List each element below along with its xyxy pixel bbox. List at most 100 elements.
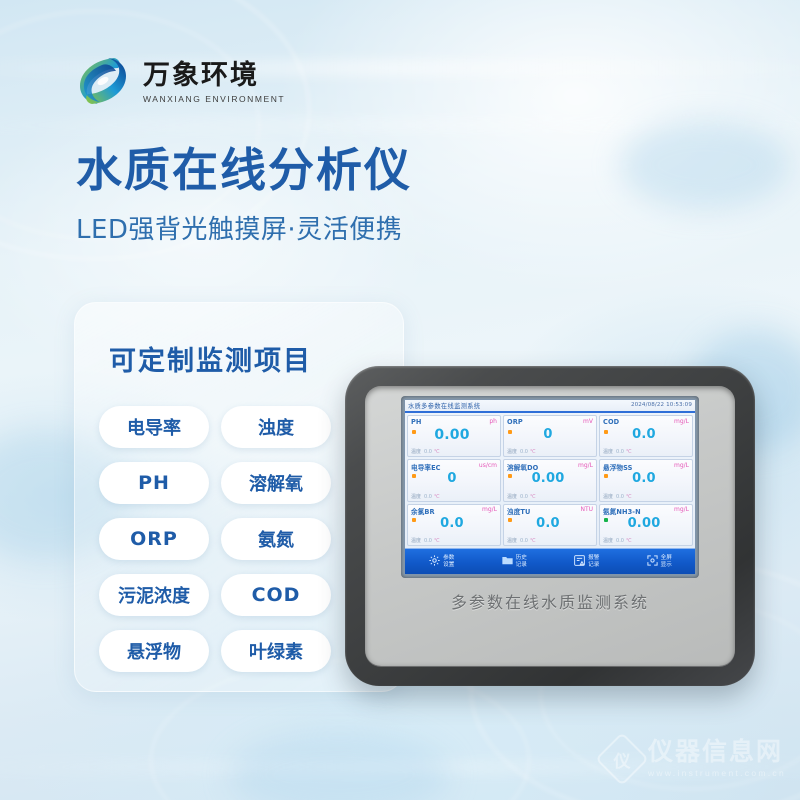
parameter-name: ORP — [507, 417, 523, 426]
parameter-cell[interactable]: PH ph 0.00 温度 0.0 ℃ — [407, 415, 501, 458]
parameter-tag[interactable]: 浊度 — [221, 406, 331, 448]
toolbar-button-gear[interactable]: 参数 设置 — [428, 552, 454, 571]
temp-label: 温度 — [507, 449, 518, 456]
temp-unit: ℃ — [433, 537, 440, 544]
temp-value: 0.0 — [616, 449, 624, 456]
screen-bezel: 水质多参数在线监测系统 2024/08/22 10:53:09 PH ph 0.00… — [401, 396, 699, 578]
temp-unit: ℃ — [433, 493, 440, 500]
parameter-cell[interactable]: 电导率EC us/cm 0 温度 0.0 ℃ — [407, 459, 501, 502]
parameter-tag[interactable]: COD — [221, 574, 331, 616]
folder-icon — [501, 552, 514, 571]
parameter-tag[interactable]: 电导率 — [99, 406, 209, 448]
toolbar-button-fullscreen[interactable]: 全屏 显示 — [646, 552, 672, 571]
temp-value: 0.0 — [520, 537, 528, 544]
temp-unit: ℃ — [529, 537, 536, 544]
watermark-glyph: 仪 — [613, 751, 631, 771]
toolbar-label-line2: 显示 — [660, 561, 672, 568]
screen-clock: 2024/08/22 10:53:09 — [630, 401, 692, 408]
device-label: 多参数在线水质监测系统 — [450, 593, 649, 612]
parameter-tag[interactable]: PH — [99, 462, 209, 504]
toolbar-label-line1: 全屏 — [660, 555, 672, 562]
parameter-cell[interactable]: 悬浮物SS mg/L 0.0 温度 0.0 ℃ — [599, 459, 693, 502]
parameter-value: 0.0 — [632, 471, 656, 487]
parameter-temperature: 温度 0.0 ℃ — [411, 537, 440, 544]
toolbar-button-alarm-log[interactable]: 报警 记录 — [573, 552, 599, 571]
parameter-tag[interactable]: 溶解氧 — [221, 462, 331, 504]
fullscreen-icon — [646, 552, 659, 571]
parameter-cell[interactable]: 溶解氧DO mg/L 0.00 温度 0.0 ℃ — [503, 459, 597, 502]
parameter-unit: mV — [583, 417, 593, 425]
parameter-temperature: 温度 0.0 ℃ — [507, 493, 536, 500]
parameter-value: 0 — [543, 427, 553, 442]
temp-unit: ℃ — [625, 449, 632, 456]
temp-value: 0.0 — [424, 449, 432, 456]
toolbar-button-folder[interactable]: 历史 记录 — [501, 552, 527, 571]
watermark-url: www.instrument.com.cn — [647, 768, 786, 778]
parameter-value: 0.0 — [440, 515, 464, 531]
temp-value: 0.0 — [520, 449, 528, 456]
screen-header: 水质多参数在线监测系统 2024/08/22 10:53:09 — [405, 400, 695, 413]
analyzer-device: 水质多参数在线监测系统 2024/08/22 10:53:09 PH ph 0.00… — [345, 366, 755, 686]
page-subtitle: LED强背光触摸屏·灵活便携 — [76, 214, 403, 245]
parameter-cell[interactable]: 氨氮NH3-N mg/L 0.00 温度 0.0 ℃ — [599, 503, 693, 546]
toolbar-button-label: 全屏 显示 — [661, 555, 672, 568]
parameter-temperature: 温度 0.0 ℃ — [603, 493, 632, 500]
parameter-tag[interactable]: 叶绿素 — [221, 630, 331, 672]
alarm-log-icon — [573, 552, 586, 571]
temp-label: 温度 — [507, 537, 518, 544]
parameter-cell[interactable]: 浊度TU NTU 0.0 温度 0.0 ℃ — [503, 503, 597, 546]
gear-icon — [428, 552, 441, 571]
parameter-grid: PH ph 0.00 温度 0.0 ℃ ORP mV 0 温度 0.0 ℃ COD mg/L 0.0 温度 0.… — [405, 413, 695, 548]
parameter-temperature: 温度 0.0 ℃ — [411, 493, 440, 500]
parameter-tag[interactable]: 悬浮物 — [99, 630, 209, 672]
temp-value: 0.0 — [424, 537, 432, 544]
temp-label: 温度 — [603, 449, 614, 456]
parameter-temperature: 温度 0.0 ℃ — [411, 448, 440, 455]
parameter-unit: ph — [489, 417, 497, 425]
parameter-value: 0.00 — [434, 427, 470, 443]
parameter-unit: mg/L — [577, 461, 593, 469]
temp-unit: ℃ — [529, 493, 536, 500]
temp-label: 温度 — [603, 537, 614, 544]
temp-value: 0.0 — [616, 493, 624, 500]
parameter-value: 0.00 — [627, 515, 661, 531]
parameter-temperature: 温度 0.0 ℃ — [603, 537, 632, 544]
water-blob-1 — [620, 120, 790, 210]
temp-value: 0.0 — [616, 537, 624, 544]
brand-logo: 万象环境 WANXIANG ENVIRONMENT — [72, 50, 285, 112]
parameter-unit: mg/L — [673, 506, 689, 514]
parameter-temperature: 温度 0.0 ℃ — [507, 537, 536, 544]
parameter-temperature: 温度 0.0 ℃ — [507, 448, 536, 455]
toolbar-label-line1: 历史 — [515, 555, 527, 562]
temp-value: 0.0 — [520, 493, 528, 500]
watermark-diamond-icon: 仪 — [595, 731, 649, 786]
parameter-unit: mg/L — [673, 461, 689, 469]
parameter-tag[interactable]: 污泥浓度 — [99, 574, 209, 616]
temp-unit: ℃ — [529, 449, 536, 456]
parameter-tag[interactable]: 氨氮 — [221, 518, 331, 560]
toolbar-label-line1: 报警 — [588, 555, 600, 562]
parameter-name: PH — [411, 417, 422, 426]
temp-label: 温度 — [411, 449, 422, 456]
parameter-temperature: 温度 0.0 ℃ — [603, 448, 632, 455]
toolbar-label-line2: 设置 — [443, 561, 455, 568]
temp-value: 0.0 — [424, 493, 432, 500]
parameter-unit: mg/L — [673, 417, 689, 425]
parameter-cell[interactable]: ORP mV 0 温度 0.0 ℃ — [503, 415, 597, 458]
watermark-name-cn: 仪器信息网 — [647, 737, 783, 766]
screen-header-title: 水质多参数在线监测系统 — [408, 402, 481, 411]
temp-unit: ℃ — [433, 449, 440, 456]
parameter-value: 0.00 — [531, 471, 565, 487]
toolbar-button-label: 参数 设置 — [443, 555, 454, 568]
headline-block: 水质在线分析仪 LED强背光触摸屏·灵活便携 — [76, 144, 496, 246]
parameter-value: 0.0 — [632, 427, 656, 442]
parameter-unit: us/cm — [478, 461, 497, 469]
device-screen[interactable]: 水质多参数在线监测系统 2024/08/22 10:53:09 PH ph 0.00… — [404, 399, 696, 575]
toolbar-label-line2: 记录 — [515, 561, 527, 568]
parameter-cell[interactable]: 余氯BR mg/L 0.0 温度 0.0 ℃ — [407, 503, 501, 546]
temp-label: 温度 — [603, 493, 614, 500]
toolbar-button-label: 报警 记录 — [588, 555, 599, 568]
toolbar-button-label: 历史 记录 — [516, 555, 527, 568]
parameter-cell[interactable]: COD mg/L 0.0 温度 0.0 ℃ — [599, 415, 693, 458]
parameter-tag[interactable]: ORP — [99, 518, 209, 560]
